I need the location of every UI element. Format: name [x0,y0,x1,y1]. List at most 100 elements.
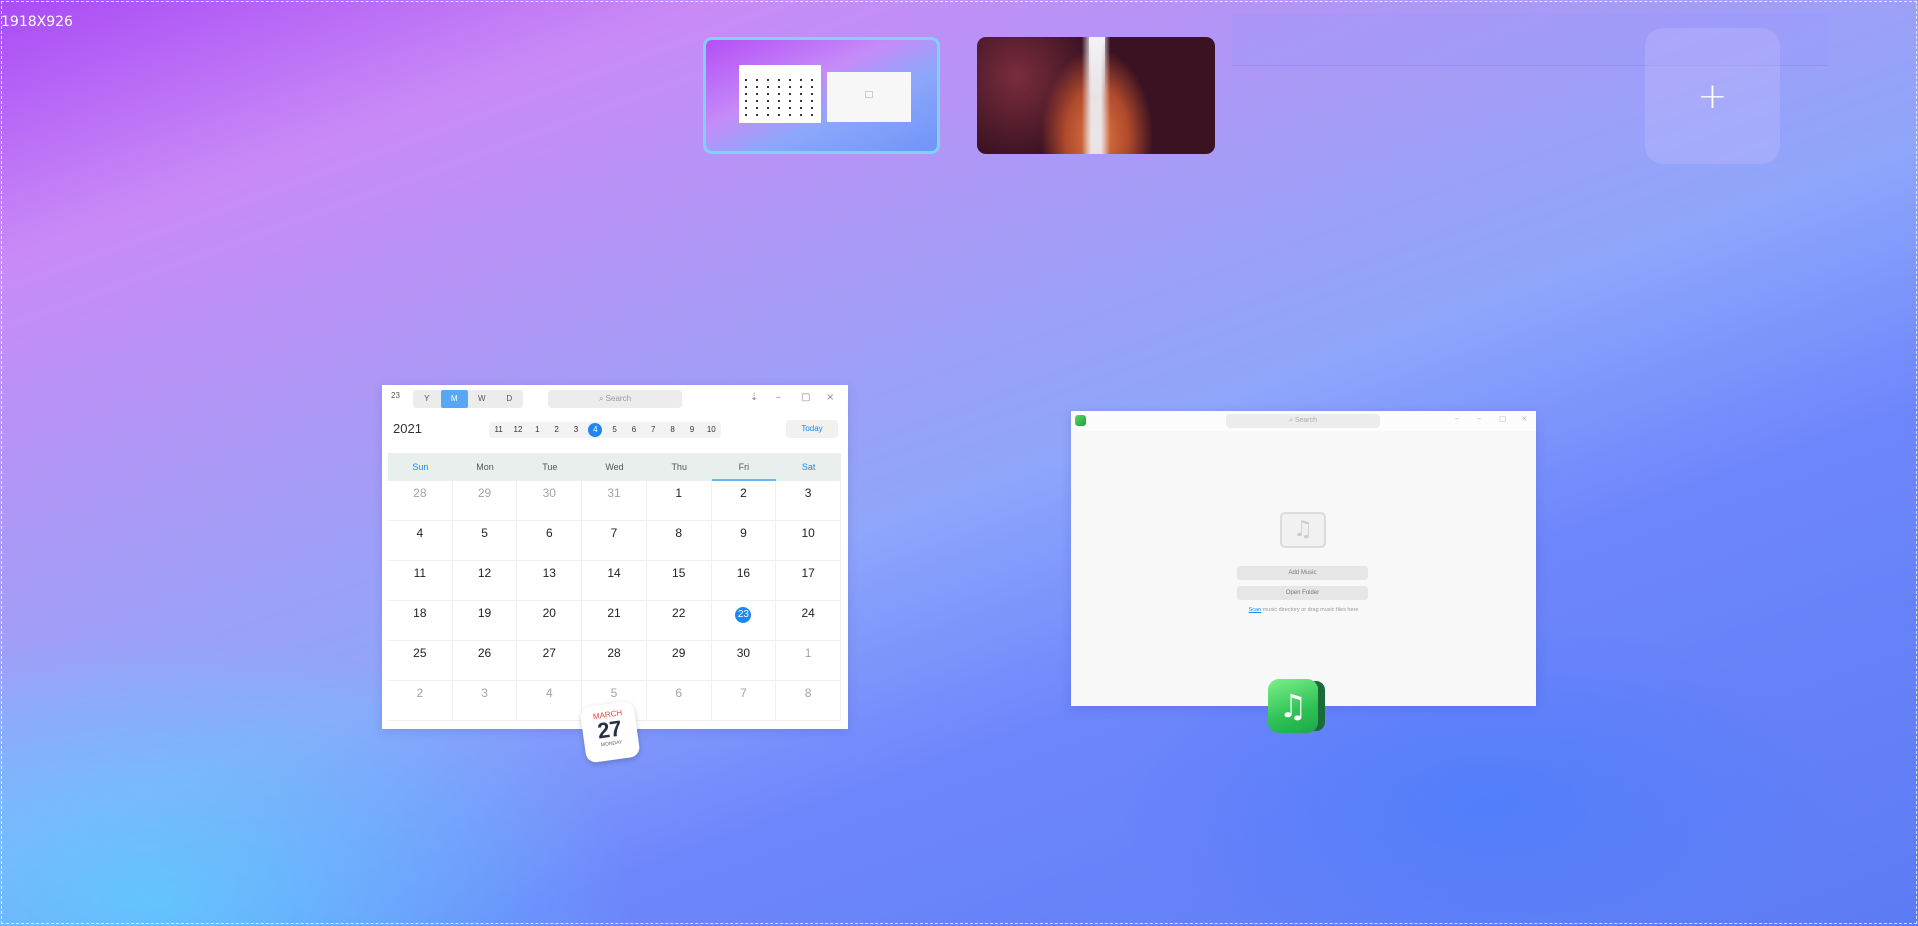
calendar-day-number: 25 [413,646,427,660]
mini-day-dot [789,79,791,81]
view-year-button[interactable]: Y [413,390,441,408]
calendar-window[interactable]: 23 Y M W D ⌕ Search ⇣ – ▢ × 2021 11 12 1… [382,385,848,729]
calendar-day-cell[interactable]: 2 [711,481,777,521]
calendar-day-cell[interactable]: 30 [517,481,583,521]
month-item[interactable]: 6 [627,423,641,437]
month-item[interactable]: 9 [685,423,699,437]
mini-day-dot [756,107,758,109]
calendar-day-cell[interactable]: 16 [711,561,777,601]
calendar-search-input[interactable]: ⌕ Search [548,390,682,408]
calendar-menu-icon[interactable]: ⇣ [750,392,758,404]
open-folder-button[interactable]: Open Folder [1237,586,1368,600]
today-button[interactable]: Today [786,420,838,438]
calendar-day-number: 28 [607,646,621,660]
mini-day-dot [778,114,780,116]
workspace-1-thumbnail[interactable] [703,37,940,154]
month-item[interactable]: 2 [550,423,564,437]
calendar-day-cell[interactable]: 22 [646,601,712,641]
music-maximize-button[interactable]: ▢ [1499,414,1507,423]
calendar-day-cell[interactable]: 13 [517,561,583,601]
calendar-day-cell[interactable]: 29 [452,481,518,521]
calendar-day-cell[interactable]: 4 [517,681,583,721]
mini-calendar-preview [739,65,821,123]
calendar-day-number: 29 [477,486,492,500]
month-item[interactable]: 12 [511,423,525,437]
calendar-day-cell[interactable]: 6 [646,681,712,721]
month-item-active[interactable]: 4 [588,423,603,437]
calendar-day-cell[interactable]: 11 [388,561,453,601]
calendar-dock-icon[interactable]: MARCH 27 MONDAY [579,700,641,764]
calendar-close-button[interactable]: × [826,392,834,404]
calendar-day-number: 1 [675,486,683,500]
view-month-button[interactable]: M [440,390,468,408]
month-item[interactable]: 1 [530,423,544,437]
calendar-day-number: 1 [804,646,812,660]
month-item[interactable]: 5 [608,423,622,437]
music-close-button[interactable]: × [1521,414,1528,423]
mini-day-dot [789,86,791,88]
calendar-day-cell[interactable]: 5 [452,521,518,561]
music-minimize-button[interactable]: – [1477,414,1481,423]
calendar-minimize-button[interactable]: – [776,392,781,404]
calendar-day-cell[interactable]: 24 [776,601,841,641]
calendar-day-cell[interactable]: 4 [388,521,453,561]
mini-day-dot [778,107,780,109]
calendar-day-cell[interactable]: 19 [452,601,518,641]
music-window[interactable]: ⌕ Search – – ▢ × ♫ Add Music Open Folder… [1071,411,1536,706]
calendar-day-cell[interactable]: 26 [452,641,518,681]
weekday-label: Tue [542,462,558,472]
add-workspace-button[interactable]: + [1645,28,1780,164]
calendar-day-cell[interactable]: 10 [776,521,841,561]
music-menu-icon[interactable]: – [1455,414,1459,423]
calendar-day-cell[interactable]: 28 [388,481,453,521]
calendar-day-cell[interactable]: 18 [388,601,453,641]
calendar-day-cell[interactable]: 8 [646,521,712,561]
calendar-day-cell[interactable]: 28 [582,641,647,681]
music-app-icon [1075,415,1086,426]
calendar-day-cell[interactable]: 31 [582,481,647,521]
calendar-day-number: 14 [607,566,621,580]
mini-day-dot [767,93,769,95]
workspace-2-thumbnail[interactable] [977,37,1215,154]
calendar-day-cell[interactable]: 15 [646,561,712,601]
calendar-day-cell[interactable]: 12 [452,561,518,601]
mini-day-dot [745,100,747,102]
calendar-day-cell[interactable]: 1 [646,481,712,521]
month-item[interactable]: 8 [666,423,680,437]
calendar-day-cell[interactable]: 7 [582,521,647,561]
month-item[interactable]: 10 [704,423,718,437]
calendar-day-cell[interactable]: 14 [582,561,647,601]
scan-link[interactable]: Scan [1249,607,1262,613]
month-item[interactable]: 11 [492,423,506,437]
calendar-maximize-button[interactable]: ▢ [801,392,810,404]
view-week-button[interactable]: W [468,390,496,408]
calendar-day-cell[interactable]: 23 [711,601,777,641]
mini-day-dot [800,100,802,102]
calendar-day-cell[interactable]: 17 [776,561,841,601]
calendar-day-cell[interactable]: 2 [388,681,453,721]
month-item[interactable]: 3 [569,423,583,437]
calendar-day-cell[interactable]: 8 [776,681,841,721]
calendar-day-cell[interactable]: 1 [776,641,841,681]
calendar-day-cell[interactable]: 27 [517,641,583,681]
calendar-day-cell[interactable]: 20 [517,601,583,641]
calendar-day-cell[interactable]: 30 [711,641,777,681]
calendar-day-cell[interactable]: 21 [582,601,647,641]
weekday-label: Sun [412,462,429,472]
calendar-day-cell[interactable]: 7 [711,681,777,721]
calendar-day-cell[interactable]: 29 [646,641,712,681]
mini-day-dot [756,93,758,95]
calendar-day-cell[interactable]: 3 [452,681,518,721]
month-item[interactable]: 7 [646,423,660,437]
calendar-day-number: 22 [672,606,686,620]
music-search-input[interactable]: ⌕ Search [1226,414,1380,428]
calendar-day-cell[interactable]: 25 [388,641,453,681]
add-music-button[interactable]: Add Music [1237,566,1368,580]
calendar-day-cell[interactable]: 6 [517,521,583,561]
calendar-day-number: 5 [481,526,488,540]
calendar-day-cell[interactable]: 3 [776,481,841,521]
calendar-day-cell[interactable]: 9 [711,521,777,561]
music-dock-icon[interactable]: ♫ [1268,679,1318,733]
view-day-button[interactable]: D [496,390,524,408]
mini-day-dot [767,114,769,116]
